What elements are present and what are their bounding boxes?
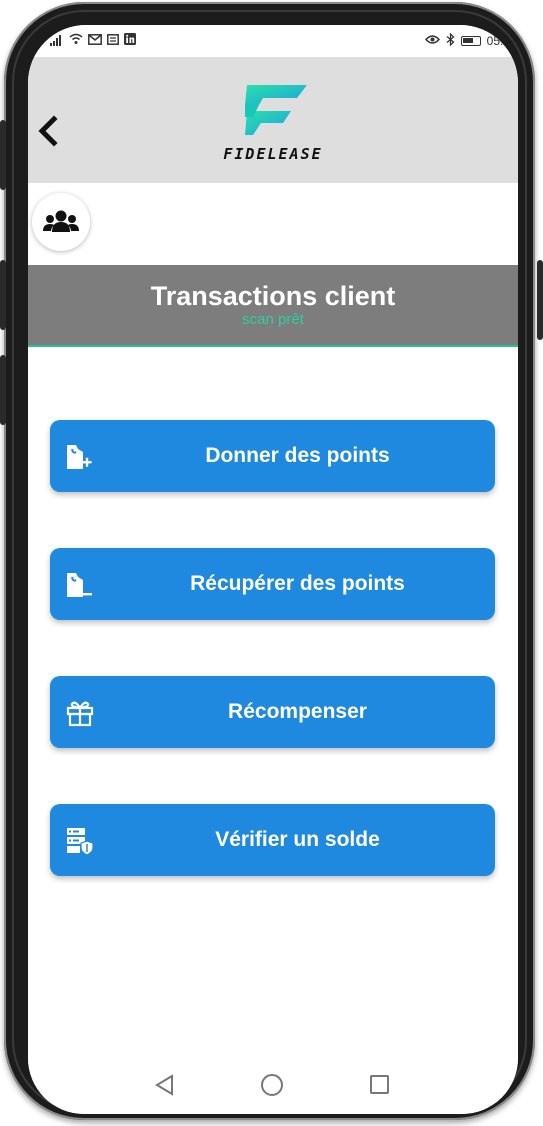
status-right-icons: 05:0	[424, 32, 510, 49]
toolbar-row	[28, 183, 518, 265]
redeem-points-label: Récupérer des points	[190, 572, 405, 595]
status-bar: 05:0	[28, 25, 518, 57]
system-nav-bar	[28, 1056, 518, 1114]
phone-side-button	[0, 260, 6, 330]
gift-icon	[66, 701, 94, 727]
users-button[interactable]	[32, 193, 90, 251]
status-left-icons	[50, 33, 136, 48]
linkedin-icon	[124, 33, 136, 48]
give-points-label: Donner des points	[205, 444, 390, 467]
check-balance-button[interactable]: Vérifier un solde	[50, 804, 495, 876]
news-icon	[107, 33, 119, 48]
redeem-points-button[interactable]: Récupérer des points	[50, 548, 495, 620]
status-time: 05:0	[486, 34, 510, 48]
nav-recent-icon[interactable]	[370, 1075, 389, 1094]
nav-back-icon[interactable]	[154, 1074, 174, 1096]
battery-icon	[460, 36, 481, 46]
reward-button[interactable]: Récompenser	[50, 676, 495, 748]
give-points-button[interactable]: Donner des points	[50, 420, 495, 492]
title-bar: Transactions client scan prêt	[28, 265, 518, 347]
bag-plus-icon	[67, 445, 92, 469]
phone-side-button	[0, 355, 6, 425]
users-icon	[43, 210, 79, 232]
page-title: Transactions client	[150, 281, 396, 311]
app-header: FIDELEASE	[28, 57, 518, 183]
logo-text: FIDELEASE	[223, 145, 323, 163]
eye-icon	[424, 34, 440, 48]
app-logo: FIDELEASE	[213, 81, 333, 171]
server-shield-icon	[67, 828, 94, 856]
bluetooth-icon	[446, 32, 455, 49]
nav-home-icon[interactable]	[261, 1074, 283, 1096]
signal-icon	[50, 35, 64, 46]
logo-f-icon	[245, 85, 307, 135]
wifi-icon	[69, 33, 83, 48]
bag-minus-icon	[67, 573, 92, 597]
back-button[interactable]	[34, 111, 64, 151]
chevron-left-icon	[38, 115, 58, 147]
gmail-icon	[88, 33, 102, 48]
phone-side-button	[0, 120, 6, 190]
scan-status: scan prêt	[242, 311, 304, 328]
phone-screen: 05:0 FIDELEASE Transactions client scan …	[28, 25, 518, 1114]
phone-power-button	[537, 260, 543, 340]
check-balance-label: Vérifier un solde	[215, 828, 380, 851]
reward-label: Récompenser	[228, 700, 367, 723]
